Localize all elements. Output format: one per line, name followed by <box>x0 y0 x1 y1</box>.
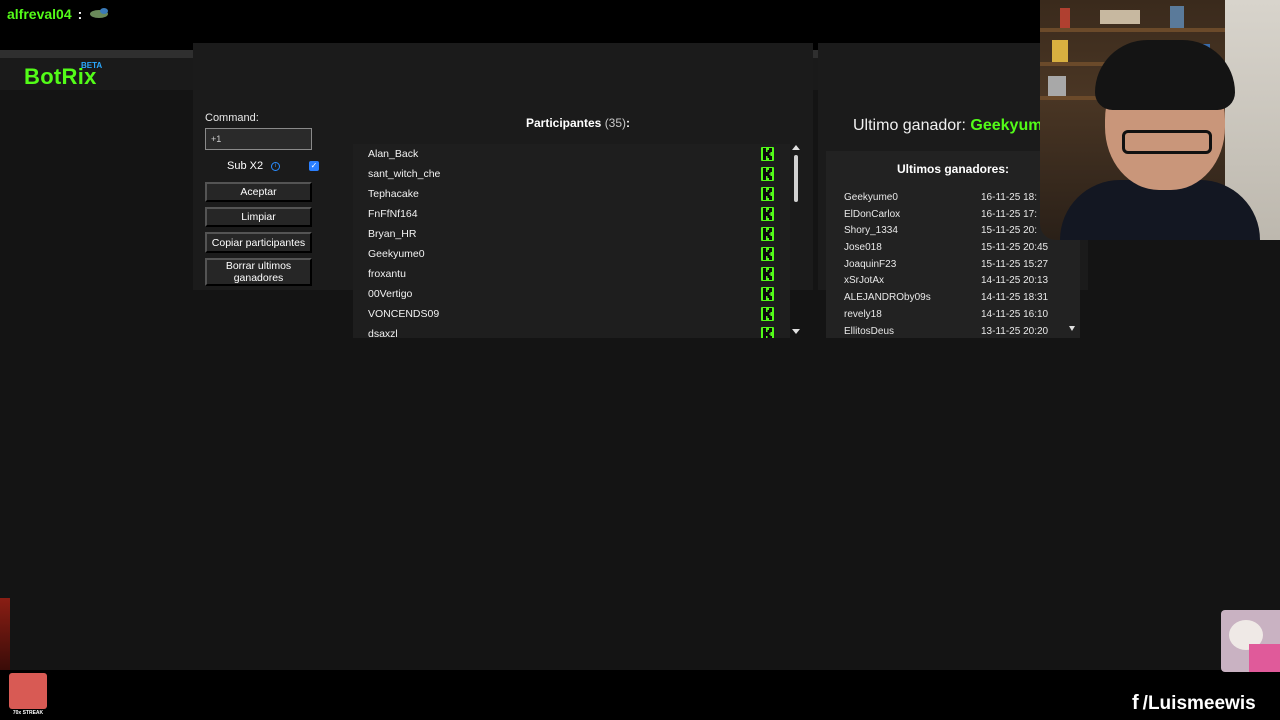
participants-count: (35) <box>604 116 627 130</box>
winner-date: 14-11-25 20:13 <box>981 275 1049 287</box>
winner-row: Jose018 15-11-25 20:45 <box>826 240 1080 257</box>
kick-icon <box>761 207 774 221</box>
winner-name: Jose018 <box>844 242 882 254</box>
participants-title: Participantes (35): <box>480 116 676 130</box>
participants-list[interactable]: Alan_Back sant_witch_che Tephacake FnFfNf16… <box>353 144 790 338</box>
kick-icon <box>761 287 774 301</box>
participant-row: VONCENDS09 <box>353 304 790 324</box>
participant-name: 00Vertigo <box>368 288 413 300</box>
scroll-thumb[interactable] <box>794 155 798 202</box>
social-handle-text: /Luismeewis <box>1142 692 1256 714</box>
participants-scrollbar[interactable] <box>791 144 801 338</box>
participant-name: Alan_Back <box>368 148 419 160</box>
participant-name: dsaxzl <box>368 328 398 338</box>
participant-name: froxantu <box>368 268 406 280</box>
chat-separator: : <box>77 6 83 22</box>
kick-icon <box>761 187 774 201</box>
copy-participants-button[interactable]: Copiar participantes <box>205 232 312 253</box>
participant-row: froxantu <box>353 264 790 284</box>
last-winner-label: Ultimo ganador: <box>853 117 966 134</box>
winner-row: revely18 14-11-25 16:10 <box>826 307 1080 324</box>
participants-title-text: Participantes <box>525 116 602 130</box>
shelf-item <box>1048 76 1066 96</box>
participants-colon: : <box>626 116 631 130</box>
winner-name: ALEJANDROby09s <box>844 292 931 304</box>
social-handle: f /Luismeewis <box>1132 692 1256 715</box>
command-label: Command: <box>205 112 259 124</box>
shelf <box>1040 28 1230 32</box>
winner-date: 16-11-25 18: <box>981 192 1037 203</box>
winner-date: 15-11-25 20:45 <box>981 242 1049 254</box>
winner-date: 15-11-25 15:27 <box>981 258 1049 270</box>
winner-name: Geekyume0 <box>844 192 898 203</box>
participant-row: FnFfNf164 <box>353 204 790 224</box>
kick-icon <box>761 327 774 338</box>
winner-name: Shory_1334 <box>844 225 898 237</box>
chat-username: alfreval04 <box>7 6 72 22</box>
streamer-hair <box>1095 40 1235 110</box>
kick-icon <box>761 147 774 161</box>
streak-image <box>9 673 47 709</box>
webcam-overlay <box>1040 0 1280 240</box>
delete-last-winners-button[interactable]: Borrar ultimos ganadores <box>205 258 312 286</box>
participant-name: FnFfNf164 <box>368 208 418 220</box>
facebook-icon: f <box>1132 692 1139 714</box>
participant-row: Geekyume0 <box>353 244 790 264</box>
participant-name: Bryan_HR <box>368 228 417 240</box>
participant-row: dsaxzl <box>353 324 790 338</box>
winner-name: revely18 <box>844 308 882 320</box>
shelf-item <box>1170 6 1184 28</box>
kick-icon <box>761 227 774 241</box>
shelf-item <box>1100 10 1140 24</box>
winners-scroll-down-icon[interactable] <box>1069 326 1075 331</box>
participant-row: 00Vertigo <box>353 284 790 304</box>
kick-icon <box>761 167 774 181</box>
participant-name: VONCENDS09 <box>368 308 440 320</box>
kick-icon <box>761 247 774 261</box>
winner-row: JoaquinF23 15-11-25 15:27 <box>826 257 1080 274</box>
clear-button[interactable]: Limpiar <box>205 207 312 227</box>
last-winner: Ultimo ganador: Geekyume <box>853 117 1051 135</box>
participant-row: sant_witch_che <box>353 164 790 184</box>
winner-row: EllitosDeus 13-11-25 20:20 <box>826 324 1080 339</box>
kick-icon <box>761 307 774 321</box>
winner-date: 13-11-25 20:20 <box>981 325 1049 337</box>
sub-x2-option: Sub X2 i ✓ <box>205 158 319 176</box>
command-input[interactable] <box>205 128 312 150</box>
winner-name: EllitosDeus <box>844 325 895 337</box>
winner-date: 16-11-25 17: <box>981 208 1037 220</box>
streak-label: 70x STREAK <box>12 710 44 716</box>
sub-x2-checkbox[interactable]: ✓ <box>309 161 319 171</box>
beta-badge: BETA <box>81 61 103 70</box>
participant-row: Alan_Back <box>353 144 790 164</box>
participant-name: sant_witch_che <box>368 168 441 180</box>
left-edge-overlay <box>0 598 10 670</box>
winner-name: xSrJotAx <box>844 275 885 287</box>
winner-row: xSrJotAx 14-11-25 20:13 <box>826 273 1080 290</box>
chat-message: alfreval04 : <box>7 6 110 22</box>
accept-button[interactable]: Aceptar <box>205 182 312 202</box>
info-icon[interactable]: i <box>271 162 280 171</box>
scroll-down-arrow-icon[interactable] <box>792 329 800 334</box>
winner-row: ALEJANDROby09s 14-11-25 18:31 <box>826 290 1080 307</box>
glasses <box>1122 130 1212 154</box>
winner-name: ElDonCarlox <box>844 208 901 220</box>
winner-date: 14-11-25 16:10 <box>981 308 1049 320</box>
winner-name: JoaquinF23 <box>844 258 897 270</box>
shelf-item <box>1052 40 1068 62</box>
scroll-up-arrow-icon[interactable] <box>792 145 800 150</box>
participant-row: Bryan_HR <box>353 224 790 244</box>
participant-row: Tephacake <box>353 184 790 204</box>
shelf-item <box>1060 8 1070 28</box>
streak-badge: 70x STREAK <box>9 673 47 718</box>
participant-name: Tephacake <box>368 188 419 200</box>
frog-emote-icon <box>88 8 110 20</box>
pet-cam-overlay <box>1221 610 1280 672</box>
winner-date: 15-11-25 20: <box>981 225 1037 237</box>
winner-date: 14-11-25 18:31 <box>981 292 1049 304</box>
kick-icon <box>761 267 774 281</box>
sub-x2-label: Sub X2 <box>227 160 264 172</box>
participant-name: Geekyume0 <box>368 248 425 260</box>
